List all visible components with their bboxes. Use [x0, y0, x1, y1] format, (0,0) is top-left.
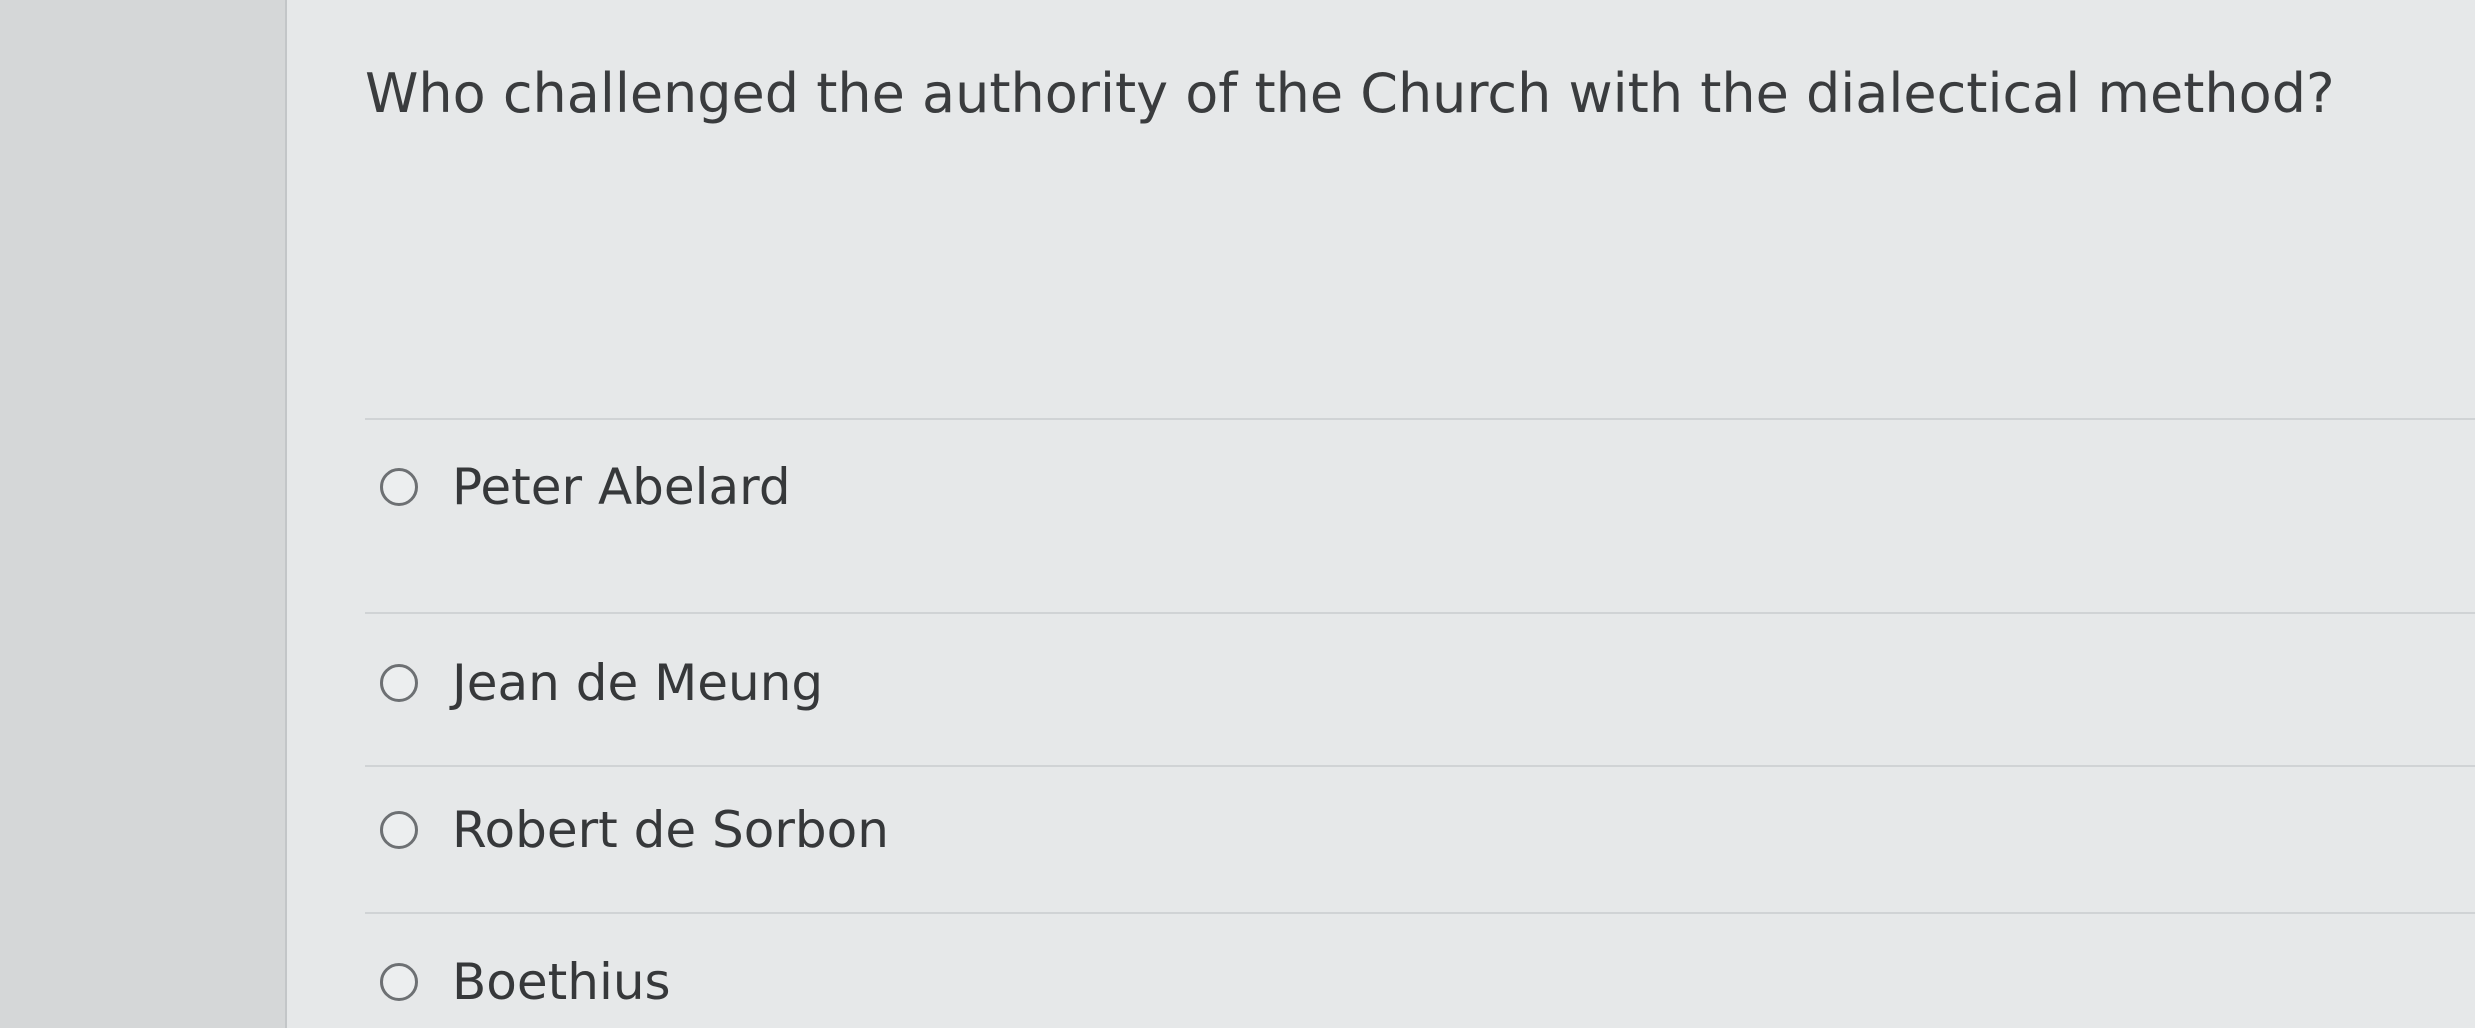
option-divider — [365, 765, 2475, 767]
radio-button[interactable] — [380, 963, 418, 1001]
option-jean-de-meung[interactable]: Jean de Meung — [380, 648, 823, 718]
option-divider — [365, 418, 2475, 420]
radio-button[interactable] — [380, 468, 418, 506]
option-robert-de-sorbon[interactable]: Robert de Sorbon — [380, 795, 889, 865]
option-boethius[interactable]: Boethius — [380, 947, 671, 1017]
option-label: Peter Abelard — [452, 458, 791, 516]
option-label: Boethius — [452, 953, 671, 1011]
left-gutter — [0, 0, 287, 1028]
radio-button[interactable] — [380, 664, 418, 702]
option-label: Jean de Meung — [452, 654, 824, 712]
option-divider — [365, 612, 2475, 614]
option-label: Robert de Sorbon — [452, 801, 889, 859]
question-text: Who challenged the authority of the Chur… — [365, 62, 2335, 125]
option-peter-abelard[interactable]: Peter Abelard — [380, 452, 791, 522]
quiz-screen: Who challenged the authority of the Chur… — [0, 0, 2475, 1028]
radio-button[interactable] — [380, 811, 418, 849]
option-divider — [365, 912, 2475, 914]
